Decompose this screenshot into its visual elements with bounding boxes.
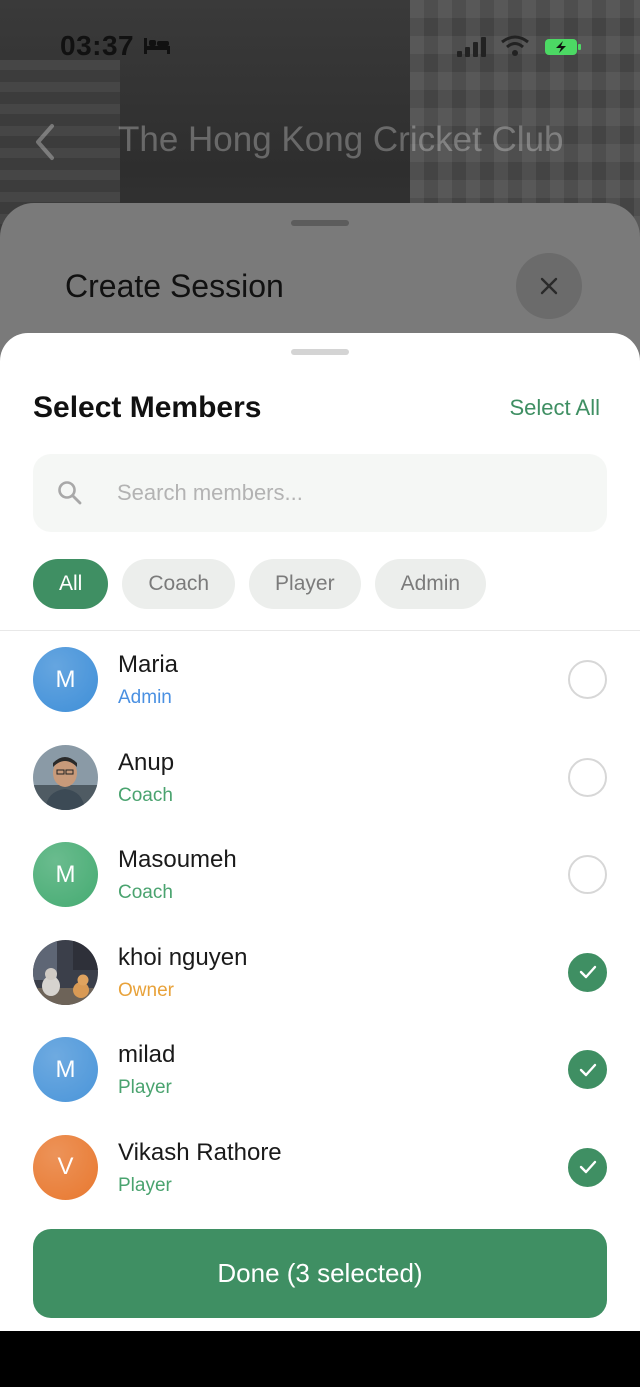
avatar-initial: M [55,1055,76,1083]
select-checkbox[interactable] [568,1147,607,1187]
status-bar: 03:37 [0,0,640,90]
member-role: Admin [118,687,172,708]
member-role: Player [118,1174,172,1196]
search-input[interactable] [117,476,577,510]
member-name: khoi nguyen [118,943,248,971]
member-name: Masoumeh [118,846,237,874]
avatar: V [33,1134,98,1200]
avatar: M [33,842,98,908]
filter-chip-coach[interactable]: Coach [122,559,236,609]
search-box[interactable] [33,454,607,532]
person-photo-icon [33,744,98,810]
member-row[interactable]: khoi nguyen Owner [0,924,640,1022]
checkmark-icon [579,1161,596,1174]
avatar-initial: V [57,1153,74,1181]
member-name: Maria [118,651,179,678]
checkmark-icon [579,1063,596,1077]
select-checkbox[interactable] [568,757,607,797]
avatar: M [33,1037,98,1103]
select-checkbox[interactable] [568,855,607,895]
close-button[interactable] [516,253,582,319]
avatar-initial: M [55,860,76,888]
member-row[interactable]: M Masoumeh Coach [0,826,640,924]
filter-chip-all[interactable]: All [33,559,109,609]
status-time: 03:37 [60,30,135,61]
select-checkbox[interactable] [568,660,607,699]
battery-charging-icon [545,39,581,55]
cats-photo-icon [33,939,98,1005]
sheet-grabber[interactable] [291,220,349,226]
filter-chip-player[interactable]: Player [249,559,361,609]
search-icon [58,481,82,505]
avatar-photo [33,939,98,1005]
sleep-bed-icon [144,38,170,54]
member-name: milad [118,1041,176,1069]
checkmark-icon [579,966,596,979]
member-list: M Maria Admin Anup Coach M Masoumeh Coac… [0,631,640,1217]
member-row[interactable]: V Vikash Rathore Player [0,1119,640,1217]
select-all-button[interactable]: Select All [510,395,601,421]
home-indicator-area [0,1331,640,1387]
filter-chip-admin[interactable]: Admin [374,559,487,609]
signal-icon [457,37,486,57]
member-role: Owner [118,979,174,1001]
member-role: Coach [118,784,173,806]
select-members-title: Select Members [33,391,262,424]
avatar-initial: M [55,665,76,693]
select-members-sheet: Select Members Select All All Coach Play… [0,333,640,1331]
member-role: Coach [118,882,173,904]
member-role: Player [118,1077,172,1099]
done-button[interactable]: Done (3 selected) [33,1229,607,1318]
avatar: M [33,647,98,712]
close-icon [540,277,558,295]
member-row[interactable]: M milad Player [0,1021,640,1119]
select-checkbox[interactable] [568,952,607,992]
avatar-photo [33,744,98,810]
member-row[interactable]: M Maria Admin [0,631,640,729]
role-filter-chips: All Coach Player Admin [33,559,487,609]
member-name: Vikash Rathore [118,1138,282,1166]
back-chevron-icon[interactable] [30,120,60,164]
club-title: The Hong Kong Cricket Club [118,120,564,159]
member-row[interactable]: Anup Coach [0,729,640,827]
select-checkbox[interactable] [568,1050,607,1090]
member-name: Anup [118,748,175,776]
sheet-grabber[interactable] [291,349,349,355]
wifi-icon [501,35,529,56]
create-session-title: Create Session [65,268,284,304]
